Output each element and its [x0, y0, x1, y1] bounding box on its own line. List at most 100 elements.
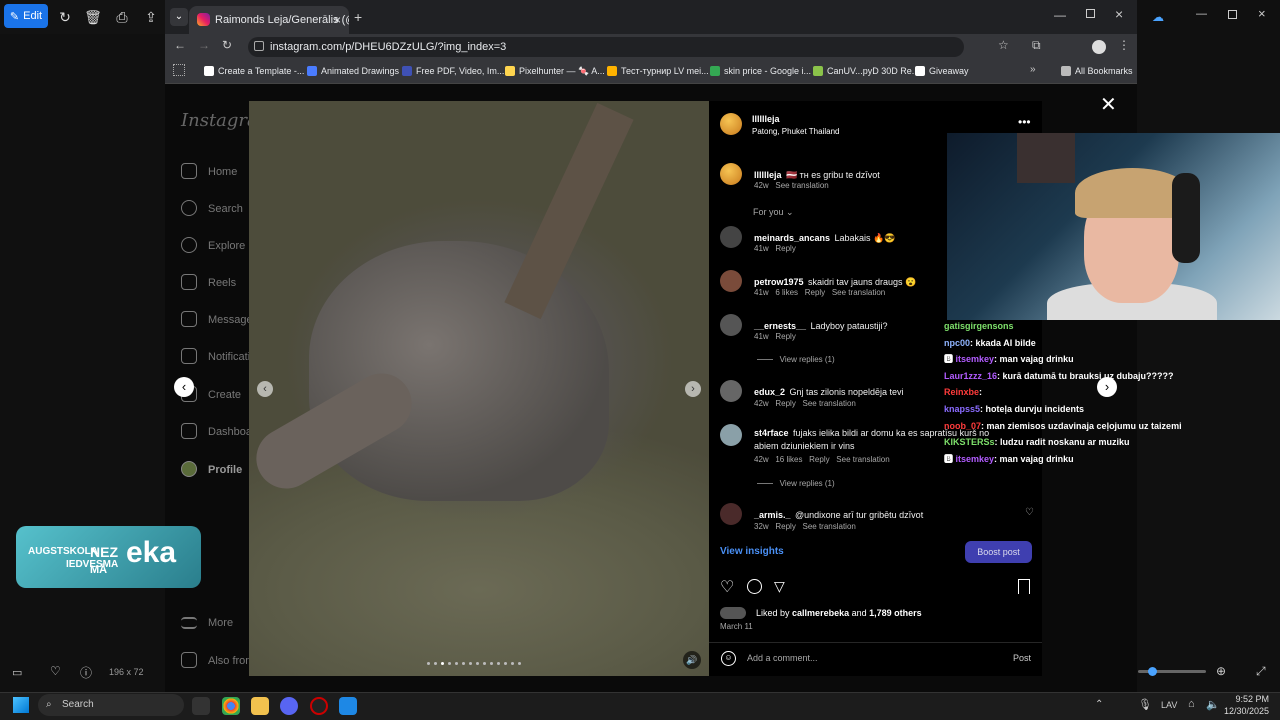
- nav-home[interactable]: Home: [181, 162, 237, 182]
- comment-likes[interactable]: 16 likes: [775, 455, 802, 464]
- emoji-icon[interactable]: ☺: [721, 651, 736, 666]
- url-field[interactable]: instagram.com/p/DHEU6DZzULG/?img_index=3: [248, 37, 964, 57]
- back-icon[interactable]: ←: [174, 38, 186, 52]
- view-insights-link[interactable]: View insights: [720, 546, 784, 557]
- delete-icon[interactable]: 🗑: [84, 8, 102, 26]
- author-avatar[interactable]: [720, 113, 742, 135]
- apps-icon[interactable]: [173, 64, 185, 76]
- taskbar-search[interactable]: ⌕ Search: [38, 694, 184, 716]
- discord-icon[interactable]: [280, 697, 298, 715]
- cloud-icon[interactable]: ☁: [1152, 10, 1164, 24]
- task-view-icon[interactable]: [192, 697, 210, 715]
- previous-post-icon[interactable]: ‹: [174, 377, 194, 397]
- comment-avatar[interactable]: [720, 226, 742, 248]
- comment-like-icon[interactable]: ♡: [1025, 507, 1034, 518]
- print-icon[interactable]: ⎙: [113, 8, 131, 26]
- obs-icon[interactable]: [310, 697, 328, 715]
- comment-username[interactable]: meinards_ancans: [754, 233, 830, 243]
- save-bookmark-icon[interactable]: [1018, 579, 1030, 594]
- reply-link[interactable]: Reply: [775, 399, 795, 408]
- reply-link[interactable]: Reply: [775, 332, 795, 341]
- comment-username[interactable]: __ernests__: [754, 321, 806, 331]
- filmstrip-icon[interactable]: ▭: [12, 666, 22, 679]
- liked-by-others[interactable]: 1,789 others: [869, 608, 922, 618]
- chrome-taskbar-icon[interactable]: [222, 697, 240, 715]
- clock[interactable]: 9:52 PM 12/30/2025: [1224, 693, 1269, 717]
- comment-avatar[interactable]: [720, 503, 742, 525]
- share-icon[interactable]: ⇪: [142, 8, 160, 26]
- comment-username[interactable]: petrow1975: [754, 277, 804, 287]
- network-icon[interactable]: ⌂: [1188, 698, 1195, 710]
- bookmark-item[interactable]: Giveaway: [915, 63, 969, 79]
- file-explorer-icon[interactable]: [251, 697, 269, 715]
- more-options-icon[interactable]: •••: [1018, 115, 1031, 129]
- tray-chevron-icon[interactable]: ⌃: [1095, 699, 1103, 710]
- comment-avatar[interactable]: [720, 314, 742, 336]
- nav-messages[interactable]: Messages: [181, 310, 249, 330]
- volume-icon[interactable]: 🔈: [1206, 698, 1220, 711]
- extensions-icon[interactable]: ⧉: [1032, 38, 1041, 53]
- bookmark-item[interactable]: Animated Drawings: [307, 63, 399, 79]
- maximize-icon[interactable]: [1086, 9, 1095, 18]
- nav-more[interactable]: More: [181, 613, 233, 633]
- app-close-icon[interactable]: ×: [1258, 6, 1266, 21]
- for-you-sort[interactable]: For you: [753, 207, 784, 217]
- author-username[interactable]: lllllleja: [752, 114, 780, 124]
- zoom-in-icon[interactable]: ⊕: [1216, 664, 1226, 678]
- bookmark-item[interactable]: Тест-турнир LV mei...: [607, 63, 709, 79]
- new-tab-icon[interactable]: +: [354, 9, 362, 25]
- comment-username[interactable]: st4rface: [754, 428, 789, 438]
- comment-avatar[interactable]: [720, 424, 742, 446]
- bookmark-item[interactable]: CanUV...pyD 30D Re...: [813, 63, 919, 79]
- bookmark-item[interactable]: skin price - Google i...: [710, 63, 811, 79]
- close-tab-icon[interactable]: ×: [334, 6, 341, 34]
- app-minimize-icon[interactable]: —: [1196, 8, 1207, 20]
- like-icon[interactable]: ♡: [720, 577, 734, 597]
- favorite-icon[interactable]: ♡: [50, 664, 61, 678]
- liked-by-user[interactable]: callmerebeka: [792, 608, 849, 618]
- reply-link[interactable]: Reply: [775, 244, 795, 253]
- zoom-slider[interactable]: [1138, 667, 1206, 676]
- language-indicator[interactable]: LAV: [1161, 700, 1177, 710]
- site-info-icon[interactable]: [254, 41, 264, 51]
- see-translation[interactable]: See translation: [802, 522, 855, 531]
- nav-also-from-meta[interactable]: Also from Meta: [181, 651, 249, 671]
- tab-search-icon[interactable]: ⌄: [170, 8, 188, 26]
- bookmark-item[interactable]: Free PDF, Video, Im...: [402, 63, 504, 79]
- comment-icon[interactable]: [747, 579, 762, 594]
- comment-avatar[interactable]: [720, 270, 742, 292]
- share-icon[interactable]: ▽: [774, 578, 785, 595]
- info-icon[interactable]: ⓘ: [80, 664, 92, 681]
- see-translation[interactable]: See translation: [802, 399, 855, 408]
- windows-start-icon[interactable]: [13, 697, 29, 713]
- bookmark-star-icon[interactable]: ☆: [998, 38, 1009, 52]
- zoom-slider-thumb[interactable]: [1148, 667, 1157, 676]
- fullscreen-icon[interactable]: ⤢: [1256, 664, 1266, 679]
- view-replies[interactable]: View replies (1): [780, 355, 835, 364]
- post-comment-button[interactable]: Post: [1013, 653, 1031, 663]
- reply-link[interactable]: Reply: [809, 455, 829, 464]
- browser-tab-active[interactable]: Raimonds Leja/Generālis (@lllll×: [189, 6, 349, 34]
- close-window-icon[interactable]: ×: [1115, 6, 1123, 22]
- post-photo[interactable]: ‹ › 🔊: [249, 101, 709, 676]
- caption-avatar[interactable]: [720, 163, 742, 185]
- reload-icon[interactable]: ↻: [222, 38, 232, 52]
- post-location[interactable]: Patong, Phuket Thailand: [752, 127, 839, 136]
- photo-prev-icon[interactable]: ‹: [257, 381, 273, 397]
- caption-username[interactable]: lllllleja: [754, 170, 782, 180]
- reply-link[interactable]: Reply: [805, 288, 825, 297]
- reply-link[interactable]: Reply: [775, 522, 795, 531]
- bookmark-item[interactable]: Create a Template -...: [204, 63, 304, 79]
- photos-app-icon[interactable]: [339, 697, 357, 715]
- comment-likes[interactable]: 6 likes: [775, 288, 798, 297]
- app-restore-icon[interactable]: [1228, 10, 1237, 19]
- profile-avatar[interactable]: [1092, 40, 1106, 54]
- minimize-icon[interactable]: —: [1054, 8, 1066, 22]
- comment-avatar[interactable]: [720, 380, 742, 402]
- nav-explore[interactable]: Explore: [181, 236, 245, 256]
- see-translation[interactable]: See translation: [832, 288, 885, 297]
- nav-profile[interactable]: Profile: [181, 460, 242, 480]
- nav-notifications[interactable]: Notifications: [181, 347, 249, 367]
- all-bookmarks[interactable]: All Bookmarks: [1061, 63, 1133, 79]
- add-comment-input[interactable]: Add a comment...: [747, 653, 818, 663]
